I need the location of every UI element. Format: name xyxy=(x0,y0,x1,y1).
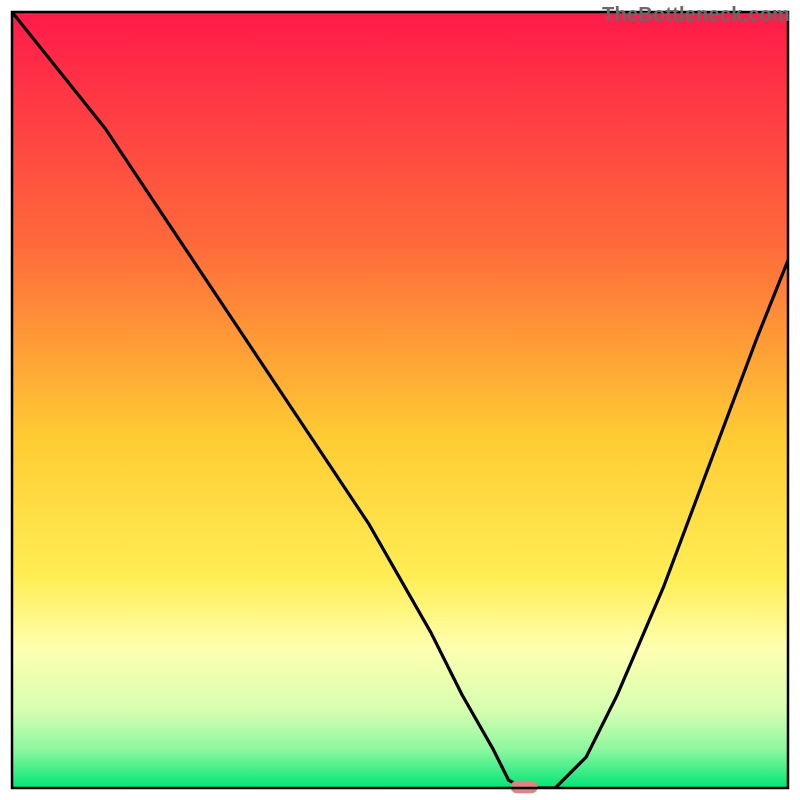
chart-svg xyxy=(0,0,800,800)
watermark-label: TheBottleneck.com xyxy=(602,4,790,27)
plot-area xyxy=(12,12,788,793)
gradient-background xyxy=(12,12,788,788)
bottleneck-chart: TheBottleneck.com xyxy=(0,0,800,800)
